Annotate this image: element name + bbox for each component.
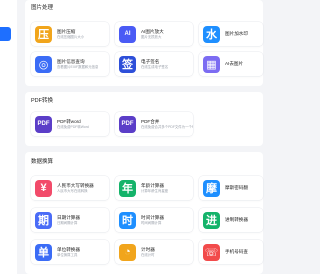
tool-card[interactable]: 进进制转换器 bbox=[199, 208, 263, 232]
tool-text: PDF转word 在线免费PDF转Word bbox=[57, 119, 89, 130]
tool-desc: 在线压缩图片大小 bbox=[57, 34, 85, 39]
tool-card[interactable]: 水图片加水印 bbox=[199, 22, 263, 46]
tool-desc: 人民币大写在线转换 bbox=[57, 188, 88, 193]
sidebar bbox=[0, 0, 17, 274]
section-data-conversion: 数据换算 ¥ 人民币大写转换器 人民币大写在线转换年年龄计算器 计算年龄生肖星座摩摩斯… bbox=[25, 152, 263, 274]
tool-text: 计时器 在线计时 bbox=[141, 247, 155, 258]
tool-text: 手机号码查 bbox=[225, 249, 248, 255]
tool-text: 时间计算器 时间间隔计算 bbox=[141, 215, 164, 226]
tool-name: 摩斯密码翻 bbox=[225, 185, 248, 190]
tool-desc: 查看图片EXIF数据和元信息 bbox=[57, 64, 99, 69]
tool-desc: 在线免费PDF转Word bbox=[57, 124, 89, 129]
tool-text: 进制转换器 bbox=[225, 217, 248, 223]
tool-desc: 在线生成电子签名 bbox=[141, 64, 169, 69]
tool-desc: 时间间隔计算 bbox=[141, 220, 162, 225]
tool-name: 手机号码查 bbox=[225, 249, 248, 254]
tool-card[interactable]: 单单位转换器 单位换算工具 bbox=[31, 240, 109, 264]
rmb-icon: ¥ bbox=[35, 179, 52, 197]
tool-card[interactable]: ▦ AI去图片 bbox=[199, 52, 263, 76]
section-title: 图片处理 bbox=[31, 5, 54, 11]
time-icon: 时 bbox=[119, 211, 136, 229]
tool-text: 人民币大写转换器 人民币大写在线转换 bbox=[57, 183, 94, 194]
tool-card[interactable]: 时时间计算器 时间间隔计算 bbox=[115, 208, 193, 232]
ai-remove-icon: ▦ bbox=[203, 55, 220, 73]
age-icon: 年 bbox=[119, 179, 136, 197]
sidebar-active-item[interactable] bbox=[0, 27, 11, 41]
tool-card[interactable]: ¥ 人民币大写转换器 人民币大写在线转换 bbox=[31, 176, 109, 200]
date-icon: 期 bbox=[35, 211, 52, 229]
compress-icon: 压 bbox=[35, 25, 52, 43]
tool-text: 摩斯密码翻 bbox=[225, 185, 248, 191]
tool-card[interactable]: ◔ 计时器 在线计时 bbox=[115, 240, 193, 264]
tool-card[interactable]: AI AI图片放大 图片无损放大 bbox=[115, 22, 193, 46]
timer-icon: ◔ bbox=[119, 243, 136, 261]
tool-card[interactable]: PDF PDF转word 在线免费PDF转Word bbox=[31, 112, 109, 136]
tool-desc: 日期间隔计算 bbox=[57, 220, 78, 225]
pdf-merge-icon: PDF bbox=[119, 115, 136, 133]
watermark-icon: 水 bbox=[203, 25, 220, 43]
tool-name: 进制转换器 bbox=[225, 217, 248, 222]
base-convert-icon: 进 bbox=[203, 211, 220, 229]
tool-desc: 单位换算工具 bbox=[57, 252, 78, 257]
tool-card[interactable]: 压图片压缩 在线压缩图片大小 bbox=[31, 22, 109, 46]
tool-desc: 在线计时 bbox=[141, 252, 155, 257]
tool-text: 图片加水印 bbox=[225, 31, 248, 37]
section-title: PDF转换 bbox=[31, 98, 54, 104]
signature-icon: 签 bbox=[119, 55, 136, 73]
morse-icon: 摩 bbox=[203, 179, 220, 197]
tool-text: 单位转换器 单位换算工具 bbox=[57, 247, 80, 258]
section-image-processing: 图片处理 压图片压缩 在线压缩图片大小 AI AI图片放大 图片无损放大 水图片加水印 ◎ 图… bbox=[25, 0, 263, 86]
tool-text: 图片信息查询 查看图片EXIF数据和元信息 bbox=[57, 59, 98, 70]
tool-text: 年龄计算器 计算年龄生肖星座 bbox=[141, 183, 168, 194]
tool-desc: 在线免费合并多个PDF文件为一个PDF bbox=[141, 124, 193, 129]
section-title: 数据换算 bbox=[31, 159, 54, 165]
tool-name: 图片加水印 bbox=[225, 31, 248, 36]
tool-text: 电子签名 在线生成电子签名 bbox=[141, 59, 168, 70]
tool-card[interactable]: ☏ 手机号码查 bbox=[199, 240, 263, 264]
tool-text: PDF合并 在线免费合并多个PDF文件为一个PDF bbox=[141, 119, 193, 130]
section-pdf-conversion: PDF转换 PDF PDF转word 在线免费PDF转Word PDF PDF合并 在线免… bbox=[25, 92, 263, 146]
pdf-to-word-icon: PDF bbox=[35, 115, 52, 133]
tool-card[interactable]: PDF PDF合并 在线免费合并多个PDF文件为一个PDF bbox=[115, 112, 193, 136]
tool-text: 日期计算器 日期间隔计算 bbox=[57, 215, 80, 226]
ai-upscale-icon: AI bbox=[119, 25, 136, 43]
tool-text: AI去图片 bbox=[225, 61, 243, 67]
tool-desc: 计算年龄生肖星座 bbox=[141, 188, 169, 193]
tool-text: 图片压缩 在线压缩图片大小 bbox=[57, 29, 84, 40]
phone-icon: ☏ bbox=[203, 243, 220, 261]
tool-name: AI去图片 bbox=[225, 61, 244, 66]
tool-desc: 图片无损放大 bbox=[141, 34, 162, 39]
tool-card[interactable]: 年年龄计算器 计算年龄生肖星座 bbox=[115, 176, 193, 200]
unit-icon: 单 bbox=[35, 243, 52, 261]
tool-card[interactable]: ◎ 图片信息查询 查看图片EXIF数据和元信息 bbox=[31, 52, 109, 76]
image-info-icon: ◎ bbox=[35, 55, 52, 73]
tool-card[interactable]: 签电子签名 在线生成电子签名 bbox=[115, 52, 193, 76]
tool-text: AI图片放大 图片无损放大 bbox=[141, 29, 164, 40]
tool-card[interactable]: 期日期计算器 日期间隔计算 bbox=[31, 208, 109, 232]
tool-card[interactable]: 摩摩斯密码翻 bbox=[199, 176, 263, 200]
